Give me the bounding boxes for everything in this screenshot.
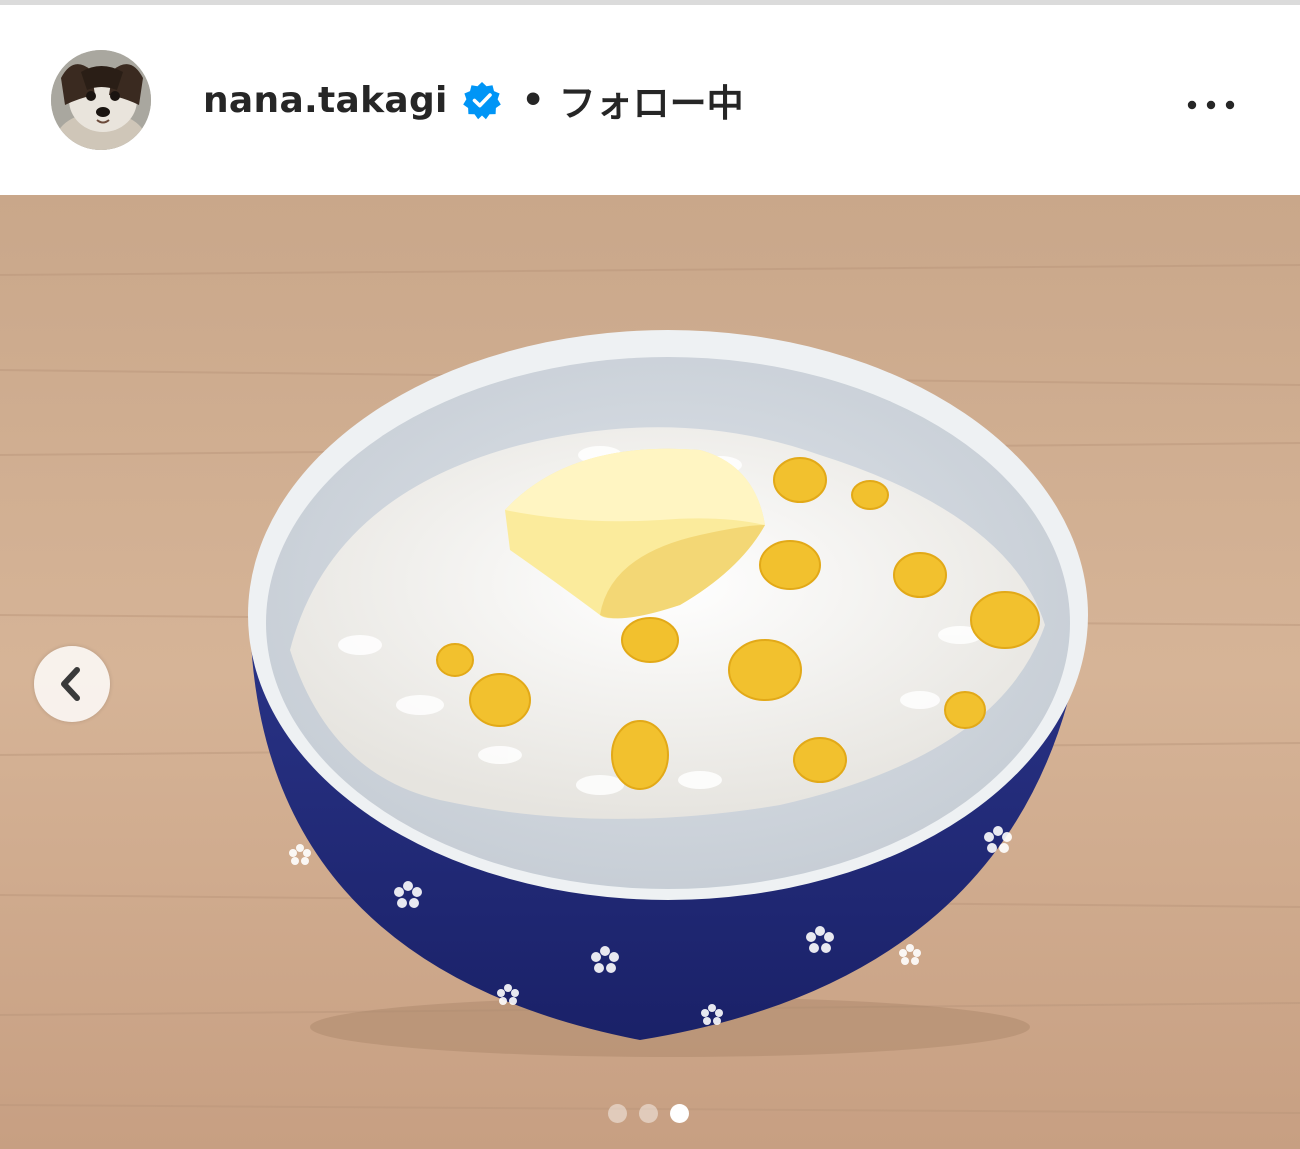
carousel-indicator: [608, 1102, 698, 1124]
verified-badge-icon: [462, 82, 501, 120]
user-line: nana.takagi • フォロー中: [203, 73, 744, 127]
more-options-button[interactable]: [1182, 85, 1242, 125]
post-image[interactable]: [0, 195, 1300, 1149]
carousel-prev-button[interactable]: [34, 646, 110, 722]
carousel-dot-2: [639, 1103, 658, 1123]
avatar[interactable]: [51, 50, 151, 150]
follow-status-button[interactable]: フォロー中: [559, 73, 744, 127]
dog-avatar-icon: [51, 50, 151, 150]
carousel-dot-3-active: [670, 1103, 689, 1123]
more-horizontal-icon: [1187, 100, 1235, 110]
post-header: nana.takagi • フォロー中: [0, 5, 1300, 195]
separator-dot: •: [521, 79, 545, 121]
username[interactable]: nana.takagi: [203, 80, 448, 121]
rice-bowl-photo: [0, 195, 1300, 1149]
carousel-dot-1: [608, 1103, 627, 1123]
chevron-left-icon: [61, 667, 80, 701]
